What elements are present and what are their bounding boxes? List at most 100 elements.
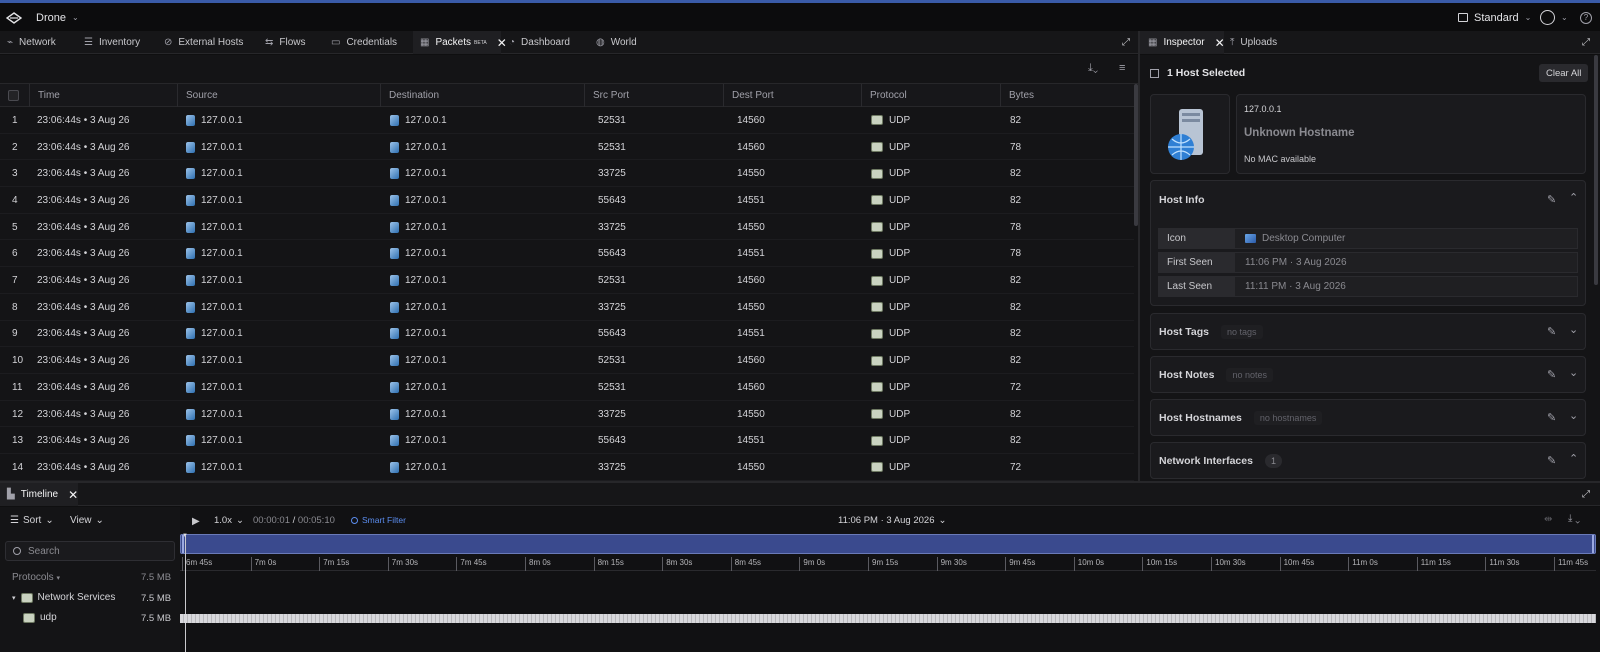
search-input[interactable]: Search [5,541,175,561]
edit-icon[interactable]: ✎ [1547,193,1556,206]
table-row[interactable]: 8 23:06:44s • 3 Aug 26 127.0.0.1 127.0.0.1 3… [0,294,1134,321]
chevron-up-icon[interactable]: ⌃ [1569,452,1578,465]
table-row[interactable]: 3 23:06:44s • 3 Aug 26 127.0.0.1 127.0.0.1 3… [0,160,1134,188]
chevron-down-icon[interactable]: ⌄ [1569,409,1578,422]
tab-inventory[interactable]: ☰ Inventory [84,31,140,54]
cell-bytes-text: 82 [1010,408,1022,420]
cell-time: 23:06:44s • 3 Aug 26 [37,214,129,241]
expand-icon[interactable]: ⤢ [1122,31,1130,54]
tab-label: Inventory [98,37,141,48]
speed-select[interactable]: 1.0x ⌄ [214,515,244,526]
help-button[interactable]: ? [1580,3,1592,32]
protocol-icon [871,355,883,366]
play-icon[interactable]: ▶ [192,516,200,527]
table-row[interactable]: 2 23:06:44s • 3 Aug 26 127.0.0.1 127.0.0.1 5… [0,134,1134,161]
chevron-down-icon[interactable]: ⌄ [1569,323,1578,336]
edit-icon[interactable]: ✎ [1547,411,1556,424]
download-icon[interactable]: ⤓⌄ [1088,62,1098,75]
tab-external-hosts[interactable]: ⊘ External Hosts [164,31,243,54]
host-icon [186,248,195,260]
tab-credentials[interactable]: ▭ Credentials [331,31,397,54]
edit-icon[interactable]: ✎ [1547,368,1556,381]
date-select[interactable]: 11:06 PM · 3 Aug 2026 ⌄ [838,515,946,526]
table-row[interactable]: 4 23:06:44s • 3 Aug 26 127.0.0.1 127.0.0.1 5… [0,187,1134,214]
inspector-scrollbar[interactable] [1594,55,1598,285]
network-interfaces-section[interactable]: Network Interfaces 1 ✎ ⌃ [1150,442,1586,479]
tree-network-services[interactable]: ▾ Network Services [12,592,115,603]
range-handle-end[interactable] [1592,535,1594,553]
view-mode-select[interactable]: Standard ⌄ [1458,3,1531,32]
clear-all-button[interactable]: Clear All [1539,64,1589,82]
cell-destination-text: 127.0.0.1 [405,435,447,447]
tab-flows[interactable]: ⇆ Flows [265,31,306,54]
edit-icon[interactable]: ✎ [1547,454,1556,467]
expand-icon[interactable]: ⤢ [1582,31,1590,54]
column-time[interactable]: Time [29,84,175,107]
select-all-checkbox[interactable] [0,84,32,107]
tree-udp[interactable]: udp [23,612,57,623]
cell-protocol-text: UDP [889,194,911,206]
app-menu[interactable]: Drone ⌄ [6,3,79,32]
overview-range-bar[interactable] [180,534,1596,554]
tab-packets[interactable]: ▦ Packets BETA ✕ [413,31,507,54]
tab-world[interactable]: ◍ World [596,31,637,54]
column-source[interactable]: Source [177,84,380,107]
tab-uploads[interactable]: ⤒ Uploads [1230,31,1277,54]
chevron-up-icon[interactable]: ⌃ [1569,191,1578,204]
smart-filter-button[interactable]: Smart Filter [351,515,406,525]
table-row[interactable]: 10 23:06:44s • 3 Aug 26 127.0.0.1 127.0.0.1… [0,347,1134,374]
tab-dashboard[interactable]: ◔ Dashboard [509,31,570,54]
current-time: 00:00:01 [253,515,290,526]
cell-bytes: 82 [1010,267,1021,294]
table-row[interactable]: 12 23:06:44s • 3 Aug 26 127.0.0.1 127.0.0.1… [0,401,1134,428]
fit-width-icon[interactable]: ⇹ [1544,514,1552,525]
download-icon[interactable]: ⤓ ⌄ [1568,513,1580,524]
table-row[interactable]: 11 23:06:44s • 3 Aug 26 127.0.0.1 127.0.0.1… [0,374,1134,401]
main-tab-bar: ⌁ Network ☰ Inventory ⊘ External Hosts ⇆ Flo… [0,31,1138,54]
column-bytes[interactable]: Bytes [1000,84,1134,107]
chevron-down-icon[interactable]: ⌄ [1569,366,1578,379]
close-icon[interactable]: ✕ [68,488,78,502]
sort-button[interactable]: ☰ Sort ⌄ [10,515,54,526]
table-row[interactable]: 1 23:06:44s • 3 Aug 26 127.0.0.1 127.0.0.1 5… [0,107,1134,134]
tab-network[interactable]: ⌁ Network [7,31,56,54]
close-icon[interactable]: ✕ [1215,36,1225,50]
protocols-header[interactable]: Protocols ▾ [12,572,60,583]
cell-time-text: 23:06:44s • 3 Aug 26 [37,301,130,313]
cell-src-port: 55643 [598,241,626,268]
playhead[interactable] [185,536,186,652]
table-row[interactable]: 13 23:06:44s • 3 Aug 26 127.0.0.1 127.0.0.1… [0,427,1134,455]
table-row[interactable]: 14 23:06:44s • 3 Aug 26 127.0.0.1 127.0.0.1… [0,454,1134,481]
cell-protocol-text: UDP [889,355,911,367]
protocol-icon [871,195,883,206]
udp-activity-track[interactable] [180,614,1596,623]
field-value[interactable]: Desktop Computer [1262,233,1345,244]
cell-src-port-text: 33725 [598,168,626,180]
view-button[interactable]: View ⌄ [70,515,104,526]
expand-icon[interactable]: ⤢ [1582,483,1590,506]
table-row[interactable]: 9 23:06:44s • 3 Aug 26 127.0.0.1 127.0.0.1 5… [0,321,1134,348]
cell-destination-text: 127.0.0.1 [405,275,447,287]
host-tags-section[interactable]: Host Tags no tags ✎ ⌄ [1150,313,1586,350]
tab-inspector[interactable]: ▦ Inspector ✕ [1140,31,1225,54]
table-row[interactable]: 5 23:06:44s • 3 Aug 26 127.0.0.1 127.0.0.1 3… [0,214,1134,241]
cell-src-port-text: 52531 [598,355,626,367]
table-row[interactable]: 6 23:06:44s • 3 Aug 26 127.0.0.1 127.0.0.1 5… [0,241,1134,268]
column-protocol[interactable]: Protocol [861,84,1000,107]
filter-settings-icon[interactable]: ≡ [1119,62,1125,74]
user-menu[interactable]: ⌄ [1540,3,1568,32]
edit-icon[interactable]: ✎ [1547,325,1556,338]
table-row[interactable]: 7 23:06:44s • 3 Aug 26 127.0.0.1 127.0.0.1 5… [0,267,1134,294]
column-destination[interactable]: Destination [380,84,583,107]
column-src-port[interactable]: Src Port [584,84,722,107]
host-notes-section[interactable]: Host Notes no notes ✎ ⌄ [1150,356,1586,393]
tab-timeline[interactable]: ▙ Timeline ✕ [0,483,78,506]
host-hostnames-section[interactable]: Host Hostnames no hostnames ✎ ⌄ [1150,399,1586,436]
host-icon [186,381,195,393]
column-dest-port[interactable]: Dest Port [723,84,861,107]
cell-time-text: 23:06:44s • 3 Aug 26 [37,408,130,420]
protocols-label: Protocols [12,572,54,583]
close-icon[interactable]: ✕ [497,36,507,50]
row-number-text: 12 [12,408,24,420]
cell-protocol: UDP [871,294,910,321]
